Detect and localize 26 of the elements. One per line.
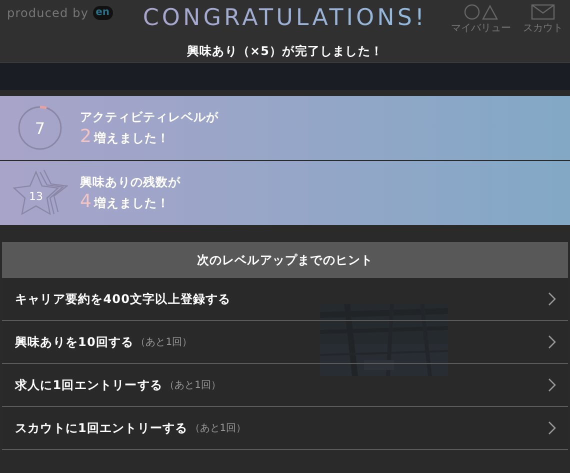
- hint-text: キャリア要約を400文字以上登録する: [15, 291, 231, 308]
- nav-item[interactable]: マイバリュー: [451, 4, 511, 36]
- chevron-icon[interactable]: [548, 421, 556, 435]
- increase-amount: 4: [80, 191, 92, 213]
- remaining-count: （あと1回）: [164, 378, 221, 392]
- shapes-icon: [464, 4, 498, 20]
- chevron-icon[interactable]: [548, 335, 556, 349]
- chevron-icon[interactable]: [548, 378, 556, 392]
- reward-text: 興味ありの残数が: [80, 174, 181, 191]
- reward-text: アクティビティレベルが: [80, 109, 219, 126]
- completion-message: 興味あり（×5）が完了しました！: [186, 43, 383, 60]
- nav-item[interactable]: スカウト: [523, 4, 563, 36]
- hints-header: 次のレベルアップまでのヒント: [2, 242, 568, 278]
- mail-icon: [531, 4, 555, 20]
- reward-text: 増えました！: [94, 195, 170, 212]
- reward-text: 増えました！: [94, 130, 170, 147]
- hint-text: 興味ありを10回する: [15, 334, 134, 351]
- remaining-count: （あと1回）: [190, 422, 246, 436]
- hint-text: 求人に1回エントリーする: [15, 377, 163, 394]
- increase-amount: 2: [80, 126, 92, 148]
- remaining-count: （あと1回）: [136, 336, 192, 350]
- level-ring-icon: 7: [17, 105, 63, 151]
- chevron-icon[interactable]: [548, 292, 556, 306]
- logo: en: [92, 6, 112, 20]
- hint-text: スカウトに1回エントリーする: [15, 420, 188, 437]
- produced-by-label: produced by: [7, 5, 89, 22]
